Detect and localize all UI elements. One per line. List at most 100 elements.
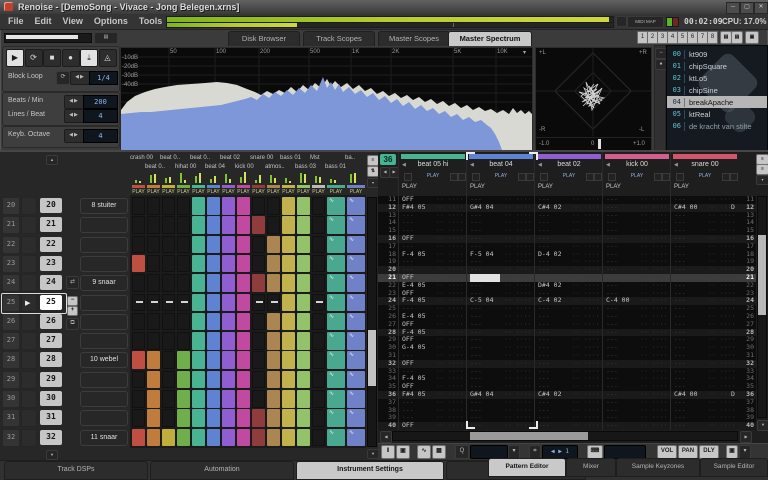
matrix-cell[interactable] (282, 332, 295, 350)
block-loop-spinner[interactable]: ◀▶ (70, 71, 90, 85)
tab-disk-browser[interactable]: Disk Browser (228, 31, 300, 46)
matrix-cell[interactable] (177, 197, 190, 215)
note-cell[interactable]: --- (606, 422, 638, 430)
matrix-cell[interactable] (192, 371, 205, 389)
matrix-cell[interactable]: ∿ (327, 294, 345, 312)
matrix-cell[interactable] (192, 313, 205, 331)
track-solo-button[interactable] (586, 173, 594, 181)
minimize-button[interactable]: ─ (726, 2, 740, 14)
keyboard-velocity-lcd[interactable] (604, 445, 646, 459)
matrix-cell[interactable] (132, 332, 145, 350)
sequence-number-button[interactable]: 28 (40, 352, 62, 367)
matrix-cell[interactable] (162, 255, 175, 273)
instrument-row[interactable]: 06de kracht van stilte (667, 120, 767, 132)
matrix-cell[interactable]: ∿ (347, 332, 365, 350)
matrix-cell[interactable] (207, 236, 220, 254)
matrix-cell[interactable] (237, 274, 250, 292)
matrix-cell[interactable] (177, 332, 190, 350)
matrix-cell[interactable] (297, 371, 310, 389)
column-options-dropdown[interactable]: ▾ (739, 445, 751, 459)
sequence-slot[interactable] (21, 216, 37, 234)
matrix-cell[interactable]: ∿ (347, 255, 365, 273)
matrix-cell[interactable]: ∿ (327, 429, 345, 447)
sequence-scroll-up-icon[interactable]: ▲ (46, 155, 58, 165)
instrument-row[interactable]: 00kt909 (667, 48, 767, 60)
track-solo-button[interactable] (654, 173, 662, 181)
matrix-cell[interactable] (207, 429, 220, 447)
matrix-cell[interactable] (252, 313, 265, 331)
matrix-cell[interactable] (147, 216, 160, 234)
track-play-label[interactable]: PLAY (470, 184, 485, 190)
matrix-cell[interactable] (252, 390, 265, 408)
matrix-cell[interactable]: ∿ (347, 274, 365, 292)
matrix-cell[interactable] (162, 274, 175, 292)
matrix-cell[interactable] (267, 255, 280, 273)
matrix-cell[interactable] (312, 409, 325, 427)
pattern-hscrollbar-thumb[interactable] (470, 432, 588, 440)
matrix-cell[interactable] (132, 390, 145, 408)
matrix-cell[interactable] (207, 351, 220, 369)
section-label-box[interactable] (80, 333, 128, 349)
matrix-cell[interactable] (162, 409, 175, 427)
matrix-cell[interactable] (267, 390, 280, 408)
section-label-box[interactable]: 11 snaar (80, 430, 128, 446)
matrix-cell[interactable] (222, 390, 235, 408)
matrix-cell[interactable]: ∿ (347, 313, 365, 331)
matrix-cell[interactable] (207, 197, 220, 215)
matrix-cell[interactable] (312, 313, 325, 331)
matrix-cell[interactable]: ∿ (327, 197, 345, 215)
section-label-box[interactable] (80, 410, 128, 426)
matrix-cell[interactable] (147, 371, 160, 389)
matrix-cell[interactable] (222, 429, 235, 447)
matrix-cell[interactable] (207, 255, 220, 273)
section-label-box[interactable]: 9 snaar (80, 275, 128, 291)
matrix-cell[interactable] (177, 390, 190, 408)
matrix-cell[interactable] (267, 216, 280, 234)
matrix-cell[interactable] (252, 371, 265, 389)
matrix-cell[interactable] (222, 236, 235, 254)
track-option-button[interactable] (662, 173, 670, 181)
matrix-cell[interactable] (312, 390, 325, 408)
section-label-box[interactable] (80, 314, 128, 330)
matrix-cell[interactable] (237, 236, 250, 254)
matrix-cell[interactable] (237, 429, 250, 447)
matrix-cell[interactable] (207, 390, 220, 408)
matrix-cell[interactable] (297, 255, 310, 273)
tab-master-scopes[interactable]: Master Scopes (378, 31, 450, 46)
matrix-cell[interactable] (222, 216, 235, 234)
matrix-cell[interactable] (132, 313, 145, 331)
matrix-cell[interactable] (267, 294, 280, 312)
matrix-cell[interactable] (237, 216, 250, 234)
matrix-cell[interactable] (267, 351, 280, 369)
matrix-cell[interactable] (222, 409, 235, 427)
matrix-cell[interactable] (177, 294, 190, 312)
matrix-cell[interactable] (192, 390, 205, 408)
matrix-cell[interactable] (297, 351, 310, 369)
matrix-scrollbar-thumb[interactable] (368, 330, 376, 386)
tab-master-spectrum[interactable]: Master Spectrum (448, 31, 532, 46)
menu-view[interactable]: View (63, 14, 83, 28)
matrix-cell[interactable]: ∿ (347, 236, 365, 254)
lpb-spinner[interactable]: ◀▶ (64, 109, 84, 123)
sequence-slot[interactable] (21, 351, 37, 369)
effect-cell[interactable]: ·· ···· (572, 422, 600, 430)
section-label-box[interactable] (80, 372, 128, 388)
matrix-cell[interactable] (282, 274, 295, 292)
matrix-cell[interactable]: ∿ (347, 351, 365, 369)
matrix-cell[interactable] (162, 351, 175, 369)
tab-automation[interactable]: Automation (150, 461, 294, 480)
sequence-number-button[interactable]: 26 (40, 314, 62, 329)
note-cell[interactable]: OFF (402, 422, 434, 430)
matrix-cell[interactable]: ∿ (327, 409, 345, 427)
sequence-slot[interactable] (21, 332, 37, 350)
sequence-number-button[interactable]: 22 (40, 237, 62, 252)
matrix-cell[interactable] (282, 409, 295, 427)
matrix-cell[interactable] (207, 409, 220, 427)
matrix-cell[interactable] (132, 429, 145, 447)
editor-layout-button[interactable]: ≡ (756, 164, 768, 175)
matrix-cell[interactable] (267, 371, 280, 389)
octave-spinner[interactable]: ◀▶ (64, 129, 84, 143)
matrix-cell[interactable] (252, 274, 265, 292)
matrix-cell[interactable] (282, 351, 295, 369)
matrix-scrollbar[interactable] (367, 197, 377, 447)
